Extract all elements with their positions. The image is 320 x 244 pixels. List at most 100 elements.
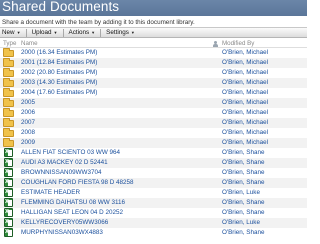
folder-icon (3, 118, 14, 127)
chevron-down-icon: ▼ (130, 30, 135, 35)
table-row[interactable]: 2000 (16.34 Estimates PM) O'Brien, Michae… (0, 48, 307, 58)
toolbar-divider (100, 28, 102, 37)
document-name-link[interactable]: 2003 (14.30 Estimates PM) (21, 78, 97, 88)
modified-by-link[interactable]: O'Brien, Michael (222, 128, 268, 138)
chevron-down-icon: ▼ (53, 30, 58, 35)
document-name-link[interactable]: 2005 (21, 98, 35, 108)
toolbar-divider (25, 28, 27, 37)
toolbar: New ▼ Upload ▼ Actions ▼ Settings ▼ (0, 27, 307, 38)
excel-file-icon (4, 227, 13, 237)
folder-icon (3, 58, 14, 67)
table-row[interactable]: 2008 O'Brien, Michael (0, 128, 307, 138)
modified-by-link[interactable]: O'Brien, Luke (222, 218, 260, 228)
modified-by-link[interactable]: O'Brien, Shane (222, 198, 265, 208)
document-name-link[interactable]: 2009 (21, 138, 35, 148)
table-row[interactable]: COUGHLAN FORD FIESTA 98 D 48258 O'Brien, … (0, 177, 307, 188)
document-name-link[interactable]: 2002 (20.80 Estimates PM) (21, 68, 97, 78)
modified-by-link[interactable]: O'Brien, Michael (222, 138, 268, 148)
modified-by-link[interactable]: O'Brien, Luke (222, 188, 260, 198)
table-row[interactable]: 2001 (12.84 Estimates PM) O'Brien, Michae… (0, 58, 307, 68)
modified-by-link[interactable]: O'Brien, Shane (222, 178, 265, 188)
new-menu-button[interactable]: New ▼ (2, 28, 24, 37)
modified-by-link[interactable]: O'Brien, Michael (222, 48, 268, 58)
folder-icon (3, 108, 14, 117)
table-row[interactable]: ESTIMATE HEADER O'Brien, Luke (0, 187, 307, 198)
upload-menu-button[interactable]: Upload ▼ (29, 28, 61, 37)
table-row[interactable]: 2002 (20.80 Estimates PM) O'Brien, Michae… (0, 68, 307, 78)
modified-by-link[interactable]: O'Brien, Michael (222, 108, 268, 118)
table-row[interactable]: AUDI A3 MACKEY 02 D 52441 O'Brien, Shane (0, 157, 307, 168)
document-name-link[interactable]: KELLYRECOVERY05WW3066 (21, 218, 108, 228)
document-name-link[interactable]: 2001 (12.84 Estimates PM) (21, 58, 97, 68)
column-header-row: Type Name Modified By (0, 39, 307, 48)
document-name-link[interactable]: 2000 (16.34 Estimates PM) (21, 48, 97, 58)
modified-by-link[interactable]: O'Brien, Michael (222, 78, 268, 88)
person-icon (213, 40, 218, 47)
actions-menu-button[interactable]: Actions ▼ (66, 28, 99, 37)
actions-menu-label: Actions (68, 29, 90, 36)
modified-by-link[interactable]: O'Brien, Shane (222, 158, 265, 168)
excel-file-icon (4, 177, 13, 187)
modified-by-link[interactable]: O'Brien, Michael (222, 58, 268, 68)
folder-icon (3, 128, 14, 137)
chevron-down-icon: ▼ (91, 30, 96, 35)
modified-by-link[interactable]: O'Brien, Shane (222, 228, 265, 238)
modified-by-link[interactable]: O'Brien, Michael (222, 98, 268, 108)
modified-by-link[interactable]: O'Brien, Michael (222, 68, 268, 78)
modified-by-link[interactable]: O'Brien, Michael (222, 118, 268, 128)
folder-icon (3, 138, 14, 147)
excel-file-icon (4, 187, 13, 197)
document-name-link[interactable]: 2006 (21, 108, 35, 118)
folder-icon (3, 98, 14, 107)
page-title: Shared Documents (2, 0, 120, 14)
document-name-link[interactable]: HALLIGAN SEAT LEON 04 D 20252 (21, 208, 123, 218)
folder-icon (3, 68, 14, 77)
folder-icon (3, 78, 14, 87)
table-row[interactable]: 2003 (14.30 Estimates PM) O'Brien, Michae… (0, 78, 307, 88)
document-name-link[interactable]: 2008 (21, 128, 35, 138)
modified-by-link[interactable]: O'Brien, Shane (222, 168, 265, 178)
excel-file-icon (4, 217, 13, 227)
title-band: Shared Documents (0, 0, 307, 17)
table-row[interactable]: ALLEN FIAT SCIENTO 03 WW 964 O'Brien, Sha… (0, 147, 307, 158)
table-row[interactable]: 2007 O'Brien, Michael (0, 118, 307, 128)
excel-file-icon (4, 157, 13, 167)
new-menu-label: New (2, 29, 15, 36)
excel-file-icon (4, 147, 13, 157)
folder-icon (3, 48, 14, 57)
table-row[interactable]: FLEMMING DAIHATSU 08 WW 3116 O'Brien, Sha… (0, 197, 307, 208)
document-name-link[interactable]: COUGHLAN FORD FIESTA 98 D 48258 (21, 178, 134, 188)
table-row[interactable]: HALLIGAN SEAT LEON 04 D 20252 O'Brien, Sh… (0, 207, 307, 218)
excel-file-icon (4, 197, 13, 207)
toolbar-divider (62, 28, 64, 37)
table-row[interactable]: 2004 (17.60 Estimates PM) O'Brien, Michae… (0, 88, 307, 98)
modified-by-link[interactable]: O'Brien, Shane (222, 208, 265, 218)
column-header-type[interactable]: Type (3, 40, 16, 47)
modified-by-link[interactable]: O'Brien, Michael (222, 88, 268, 98)
column-header-modified-by-label: Modified By (222, 40, 255, 47)
modified-by-link[interactable]: O'Brien, Shane (222, 148, 265, 158)
document-name-link[interactable]: 2004 (17.60 Estimates PM) (21, 88, 97, 98)
settings-menu-button[interactable]: Settings ▼ (103, 28, 138, 37)
document-name-link[interactable]: BROWNNISSAN09WW3704 (21, 168, 101, 178)
document-name-link[interactable]: 2007 (21, 118, 35, 128)
table-row[interactable]: BROWNNISSAN09WW3704 O'Brien, Shane (0, 167, 307, 178)
table-row[interactable]: 2009 O'Brien, Michael (0, 138, 307, 148)
table-row[interactable]: KELLYRECOVERY05WW3066 O'Brien, Luke (0, 217, 307, 228)
document-name-link[interactable]: ALLEN FIAT SCIENTO 03 WW 964 (21, 148, 120, 158)
excel-file-icon (4, 167, 13, 177)
document-name-link[interactable]: MURPHYNISSAN03WX4883 (21, 228, 103, 238)
chevron-down-icon: ▼ (16, 30, 21, 35)
table-row[interactable]: MURPHYNISSAN03WX4883 O'Brien, Shane (0, 227, 307, 238)
document-name-link[interactable]: ESTIMATE HEADER (21, 188, 80, 198)
column-header-name[interactable]: Name (21, 40, 38, 47)
folder-icon (3, 88, 14, 97)
table-row[interactable]: 2006 O'Brien, Michael (0, 108, 307, 118)
table-row[interactable]: 2005 O'Brien, Michael (0, 98, 307, 108)
column-header-modified-by[interactable]: Modified By (213, 40, 254, 47)
excel-file-icon (4, 207, 13, 217)
settings-menu-label: Settings (106, 29, 129, 36)
document-name-link[interactable]: FLEMMING DAIHATSU 08 WW 3116 (21, 198, 125, 208)
document-name-link[interactable]: AUDI A3 MACKEY 02 D 52441 (21, 158, 108, 168)
upload-menu-label: Upload (31, 29, 52, 36)
